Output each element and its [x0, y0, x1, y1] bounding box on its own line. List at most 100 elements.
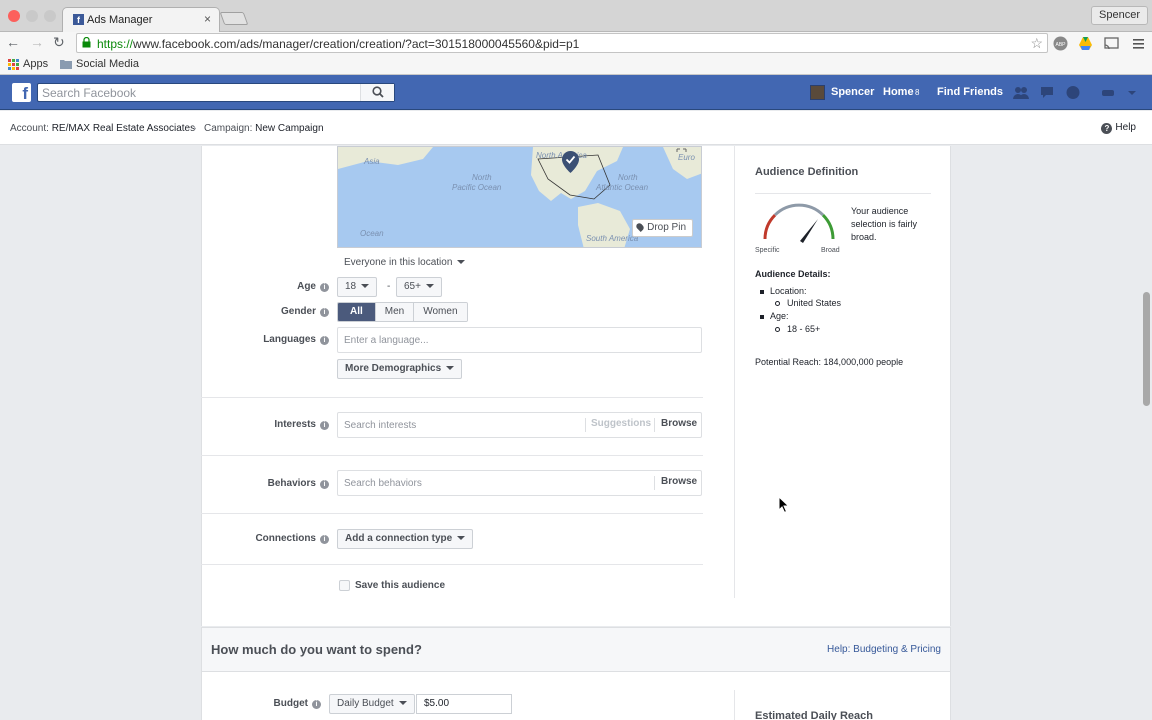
separator: [585, 418, 586, 432]
behaviors-browse-button[interactable]: Browse: [661, 476, 697, 487]
divider: [755, 193, 931, 194]
map-label: North: [472, 173, 492, 182]
drop-pin-button[interactable]: Drop Pin: [632, 219, 693, 237]
forward-arrow-icon[interactable]: →: [30, 34, 44, 50]
behaviors-input[interactable]: [338, 471, 648, 495]
facebook-logo-icon[interactable]: f: [12, 83, 31, 103]
separator: [654, 476, 655, 490]
caret-down-icon: [457, 260, 466, 264]
account-menu-chevron-down-icon[interactable]: [1124, 85, 1140, 100]
scrollbar-thumb[interactable]: [1143, 292, 1150, 406]
gender-label: Gender i: [209, 306, 329, 317]
browser-toolbar: ← → ↻ https://www.facebook.com/ads/manag…: [0, 32, 1152, 55]
facebook-top-bar: f Spencer Home 8 Find Friends: [0, 75, 1152, 110]
friend-requests-icon[interactable]: [1013, 85, 1029, 100]
caret-down-icon: [446, 366, 455, 370]
bookmark-social-media[interactable]: Social Media: [76, 58, 139, 70]
bookmark-apps[interactable]: Apps: [23, 58, 48, 70]
location-map[interactable]: Asia North Pacific Ocean North America N…: [337, 146, 702, 248]
messages-icon[interactable]: [1040, 85, 1056, 100]
facebook-search-input[interactable]: [38, 84, 360, 101]
interests-label: Interests i: [209, 419, 329, 430]
behaviors-label: Behaviors i: [209, 478, 329, 489]
divider: [201, 513, 703, 514]
cast-icon[interactable]: [1104, 36, 1119, 51]
close-window-button[interactable]: [8, 10, 20, 22]
connection-type-dropdown[interactable]: Add a connection type: [337, 529, 474, 549]
privacy-shortcuts-icon[interactable]: [1100, 85, 1116, 100]
home-link[interactable]: Home: [883, 86, 914, 98]
avatar[interactable]: [810, 85, 825, 100]
age-min-dropdown[interactable]: 18: [337, 277, 378, 297]
location-key: Location:: [770, 286, 807, 296]
gender-all-button[interactable]: All: [338, 303, 375, 321]
languages-input[interactable]: [338, 328, 698, 352]
address-bar[interactable]: https://www.facebook.com/ads/manager/cre…: [76, 33, 1048, 53]
gauge-broad-label: Broad: [821, 247, 840, 254]
map-pin-icon[interactable]: [562, 151, 579, 173]
bookmark-star-icon[interactable]: ☆: [1030, 35, 1043, 52]
find-friends-link[interactable]: Find Friends: [937, 86, 1003, 98]
languages-label: Languages i: [209, 334, 329, 345]
age-max-dropdown[interactable]: 65+: [396, 277, 442, 297]
fullscreen-icon[interactable]: [676, 148, 687, 156]
breadcrumb: Account: RE/MAX Real Estate Associates ›…: [0, 111, 1152, 145]
caret-down-icon: [398, 701, 407, 705]
tab-close-icon[interactable]: ×: [204, 12, 211, 26]
info-icon[interactable]: i: [312, 700, 321, 709]
profile-button[interactable]: Spencer: [1091, 6, 1148, 25]
info-icon[interactable]: i: [320, 480, 329, 489]
interests-input[interactable]: [338, 413, 583, 437]
reload-icon[interactable]: ↻: [53, 34, 65, 51]
suggestions-button[interactable]: Suggestions: [591, 418, 651, 429]
spend-section-title: How much do you want to spend?: [211, 642, 422, 657]
notifications-globe-icon[interactable]: [1065, 85, 1081, 100]
age-value: 18 - 65+: [787, 324, 821, 334]
browser-tab-strip: f Ads Manager × Spencer: [0, 0, 1152, 33]
apps-grid-icon[interactable]: [8, 59, 19, 70]
drive-extension-icon[interactable]: [1078, 36, 1093, 51]
info-icon[interactable]: i: [320, 421, 329, 430]
save-audience-label[interactable]: Save this audience: [355, 580, 445, 591]
save-audience-checkbox[interactable]: [339, 580, 350, 591]
search-button[interactable]: [360, 84, 394, 101]
gender-women-button[interactable]: Women: [413, 303, 467, 321]
budget-type-dropdown[interactable]: Daily Budget: [329, 694, 415, 714]
info-icon[interactable]: i: [320, 308, 329, 317]
column-divider: [734, 690, 735, 720]
minimize-window-button[interactable]: [26, 10, 38, 22]
help-link[interactable]: ? Help: [1101, 122, 1136, 134]
facebook-search-box: [37, 83, 395, 102]
budget-amount-input[interactable]: $5.00: [416, 694, 512, 714]
map-label: Asia: [364, 157, 380, 166]
info-icon[interactable]: i: [320, 283, 329, 292]
zoom-window-button[interactable]: [44, 10, 56, 22]
caret-down-icon: [425, 284, 434, 288]
svg-text:ABP: ABP: [1055, 42, 1066, 48]
gender-men-button[interactable]: Men: [374, 303, 414, 321]
spend-section-header: How much do you want to spend? Help: Bud…: [201, 627, 951, 672]
back-arrow-icon[interactable]: ←: [6, 34, 20, 50]
more-demographics-button[interactable]: More Demographics: [337, 359, 463, 379]
breadcrumb-chevron-right-icon: ›: [193, 123, 197, 134]
location-value: United States: [787, 298, 842, 308]
browser-tab-ads-manager[interactable]: f Ads Manager ×: [62, 7, 220, 33]
interests-field: Suggestions Browse: [337, 412, 702, 438]
info-icon[interactable]: i: [320, 336, 329, 345]
budgeting-help-link[interactable]: Help: Budgeting & Pricing: [827, 644, 941, 655]
estimated-daily-reach-title: Estimated Daily Reach: [755, 710, 873, 720]
profile-link[interactable]: Spencer: [831, 86, 874, 98]
interests-browse-button[interactable]: Browse: [661, 418, 697, 429]
location-mode-dropdown[interactable]: Everyone in this location: [344, 257, 466, 268]
new-tab-button[interactable]: [219, 12, 249, 25]
page-scrollbar[interactable]: [1141, 146, 1152, 720]
breadcrumb-campaign[interactable]: Campaign: New Campaign: [204, 123, 324, 134]
languages-field: [337, 327, 702, 353]
info-icon[interactable]: i: [320, 535, 329, 544]
map-label: North: [618, 173, 638, 182]
adblock-extension-icon[interactable]: ABP: [1053, 36, 1068, 51]
potential-reach: Potential Reach: 184,000,000 people: [755, 357, 904, 367]
breadcrumb-account[interactable]: Account: RE/MAX Real Estate Associates: [10, 123, 195, 134]
chrome-menu-icon[interactable]: [1131, 36, 1146, 51]
facebook-favicon-icon: f: [73, 14, 84, 25]
